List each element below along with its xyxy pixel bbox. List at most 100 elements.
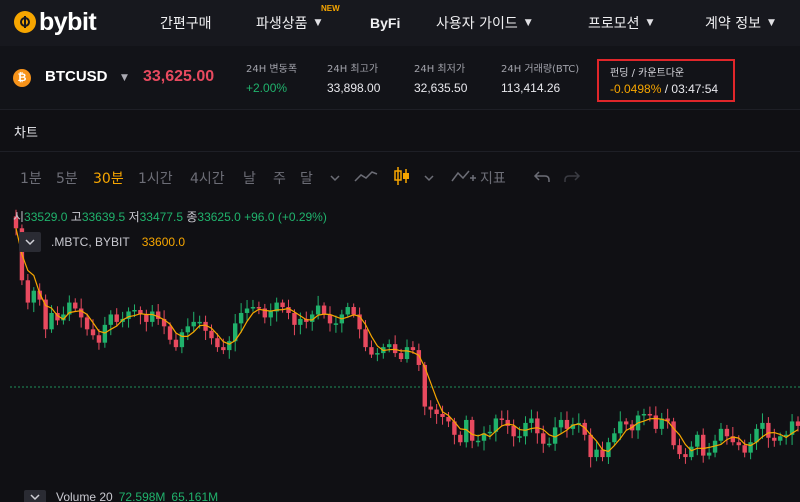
low-value: 33477.5 (139, 210, 183, 224)
stat-24h-volume: 24H 거래량(BTC) 113,414.26 (501, 60, 579, 95)
candle-body (683, 454, 688, 458)
candle-body (623, 421, 629, 425)
ohlc-legend: 시33529.0 고33639.5 저33477.5 종33625.0 +96.… (13, 208, 327, 225)
candle-body (671, 421, 676, 446)
nav-item-easy-buy[interactable]: 간편구매 (160, 0, 212, 46)
overlay-name: .MBTC, BYBIT (51, 235, 130, 249)
candle-body (43, 299, 48, 330)
timeframe-1m[interactable]: 1분 (20, 168, 42, 188)
candle-body (375, 353, 380, 355)
candle-body (185, 326, 191, 333)
bybit-logo[interactable]: bybit (14, 7, 97, 37)
chart-toolbar: 1분 5분 30분 1시간 4시간 날 주 달 지표 (0, 160, 800, 194)
last-price: 33,625.00 (143, 68, 215, 85)
stat-24h-high: 24H 최고가 33,898.00 (327, 60, 380, 95)
candle-body (321, 305, 327, 315)
candle-body (724, 428, 730, 437)
candle-body (612, 433, 617, 443)
candle-body (410, 347, 416, 351)
candle-body (280, 302, 285, 308)
candle-body (392, 344, 398, 354)
candle-body (197, 321, 202, 324)
candle-body (541, 433, 546, 444)
collapse-volume-button[interactable] (24, 490, 46, 502)
chevron-down-icon[interactable] (423, 169, 435, 188)
nav-item-label: ByFi (370, 15, 401, 31)
candle-body (84, 317, 90, 330)
candle-body (363, 329, 368, 348)
nav-item-promotions[interactable]: 프로모션 ▼ (588, 0, 653, 46)
candle-body (677, 445, 682, 455)
candle-body (173, 339, 179, 348)
chevron-down-icon[interactable] (329, 169, 341, 188)
candle-body (292, 312, 297, 325)
nav-item-label: 간편구매 (160, 16, 212, 32)
candle-body (535, 418, 540, 434)
candle-body (546, 443, 552, 446)
candle-body (653, 415, 659, 429)
candle-body (327, 314, 333, 324)
candle-body (114, 314, 119, 322)
candle-body (588, 434, 593, 458)
candle-body (369, 347, 374, 355)
stat-label: 24H 거래량(BTC) (501, 64, 580, 75)
candle-body (695, 434, 700, 447)
change-value: +96.0 (+0.29%) (244, 210, 327, 224)
indicator-button[interactable]: 지표 (480, 168, 506, 188)
redo-icon[interactable] (563, 169, 581, 188)
stat-label: 24H 최고가 (327, 64, 379, 75)
candle-body (238, 312, 244, 324)
overlay-value: 33600.0 (141, 235, 186, 249)
nav-item-derivatives[interactable]: 파생상품 ▼ NEW (256, 0, 340, 46)
nav-item-byfi[interactable]: ByFi (370, 0, 400, 46)
high-value: 33639.5 (81, 210, 126, 224)
candle-body (102, 324, 108, 343)
candle-body (221, 347, 226, 351)
funding-countdown-time: 03:47:54 (671, 82, 719, 96)
candle-body (558, 419, 564, 428)
funding-separator: / (661, 82, 672, 96)
timeframe-1d[interactable]: 날 (243, 168, 256, 188)
collapse-legend-button[interactable] (19, 232, 41, 252)
timeframe-1h[interactable]: 1시간 (138, 168, 173, 188)
timeframe-5m[interactable]: 5분 (56, 168, 78, 188)
candle-body (706, 452, 712, 456)
candle-body (517, 436, 522, 438)
candle-body (564, 419, 570, 429)
stat-value: 113,414.26 (501, 81, 561, 95)
candle-body (618, 421, 623, 434)
volume-value-2: 65.161M (171, 490, 219, 502)
timeframe-1w[interactable]: 주 (273, 168, 286, 188)
candlestick-icon[interactable] (393, 165, 411, 191)
candle-body (268, 311, 273, 318)
ticker-bar: ₿ BTCUSD ▼ 33,625.00 24H 변동폭 +2.00% 24H … (0, 46, 800, 110)
nav-item-user-guide[interactable]: 사용자 가이드 ▼ (436, 0, 532, 46)
funding-countdown: 펀딩 / 카운트다운 -0.0498% / 03:47:54 (597, 59, 735, 102)
chevron-down-icon[interactable]: ▼ (121, 73, 128, 83)
stat-label: 24H 최저가 (414, 64, 466, 75)
timeframe-1mo[interactable]: 달 (300, 168, 313, 188)
undo-icon[interactable] (533, 169, 551, 188)
candle-body (594, 449, 599, 458)
symbol-selector[interactable]: BTCUSD (45, 68, 108, 85)
candle-body (689, 446, 694, 458)
candle-body (132, 310, 137, 312)
open-label: 시 (13, 210, 25, 224)
candle-body (469, 419, 475, 441)
candle-body (511, 425, 516, 437)
nav-item-contract-info[interactable]: 계약 정보 ▼ (705, 0, 775, 46)
candle-body (78, 308, 84, 318)
candle-body (398, 353, 404, 360)
candle-body (345, 307, 350, 315)
timeframe-4h[interactable]: 4시간 (190, 168, 225, 188)
candle-body (748, 442, 753, 453)
candle-body (215, 338, 220, 348)
indicator-icon[interactable] (451, 167, 477, 189)
candle-body (772, 437, 777, 441)
candle-body (475, 440, 481, 443)
line-chart-icon[interactable] (354, 169, 378, 189)
close-value: 33625.0 (197, 210, 241, 224)
timeframe-30m[interactable]: 30분 (93, 168, 124, 188)
candle-body (108, 314, 113, 325)
candle-body (31, 290, 36, 303)
